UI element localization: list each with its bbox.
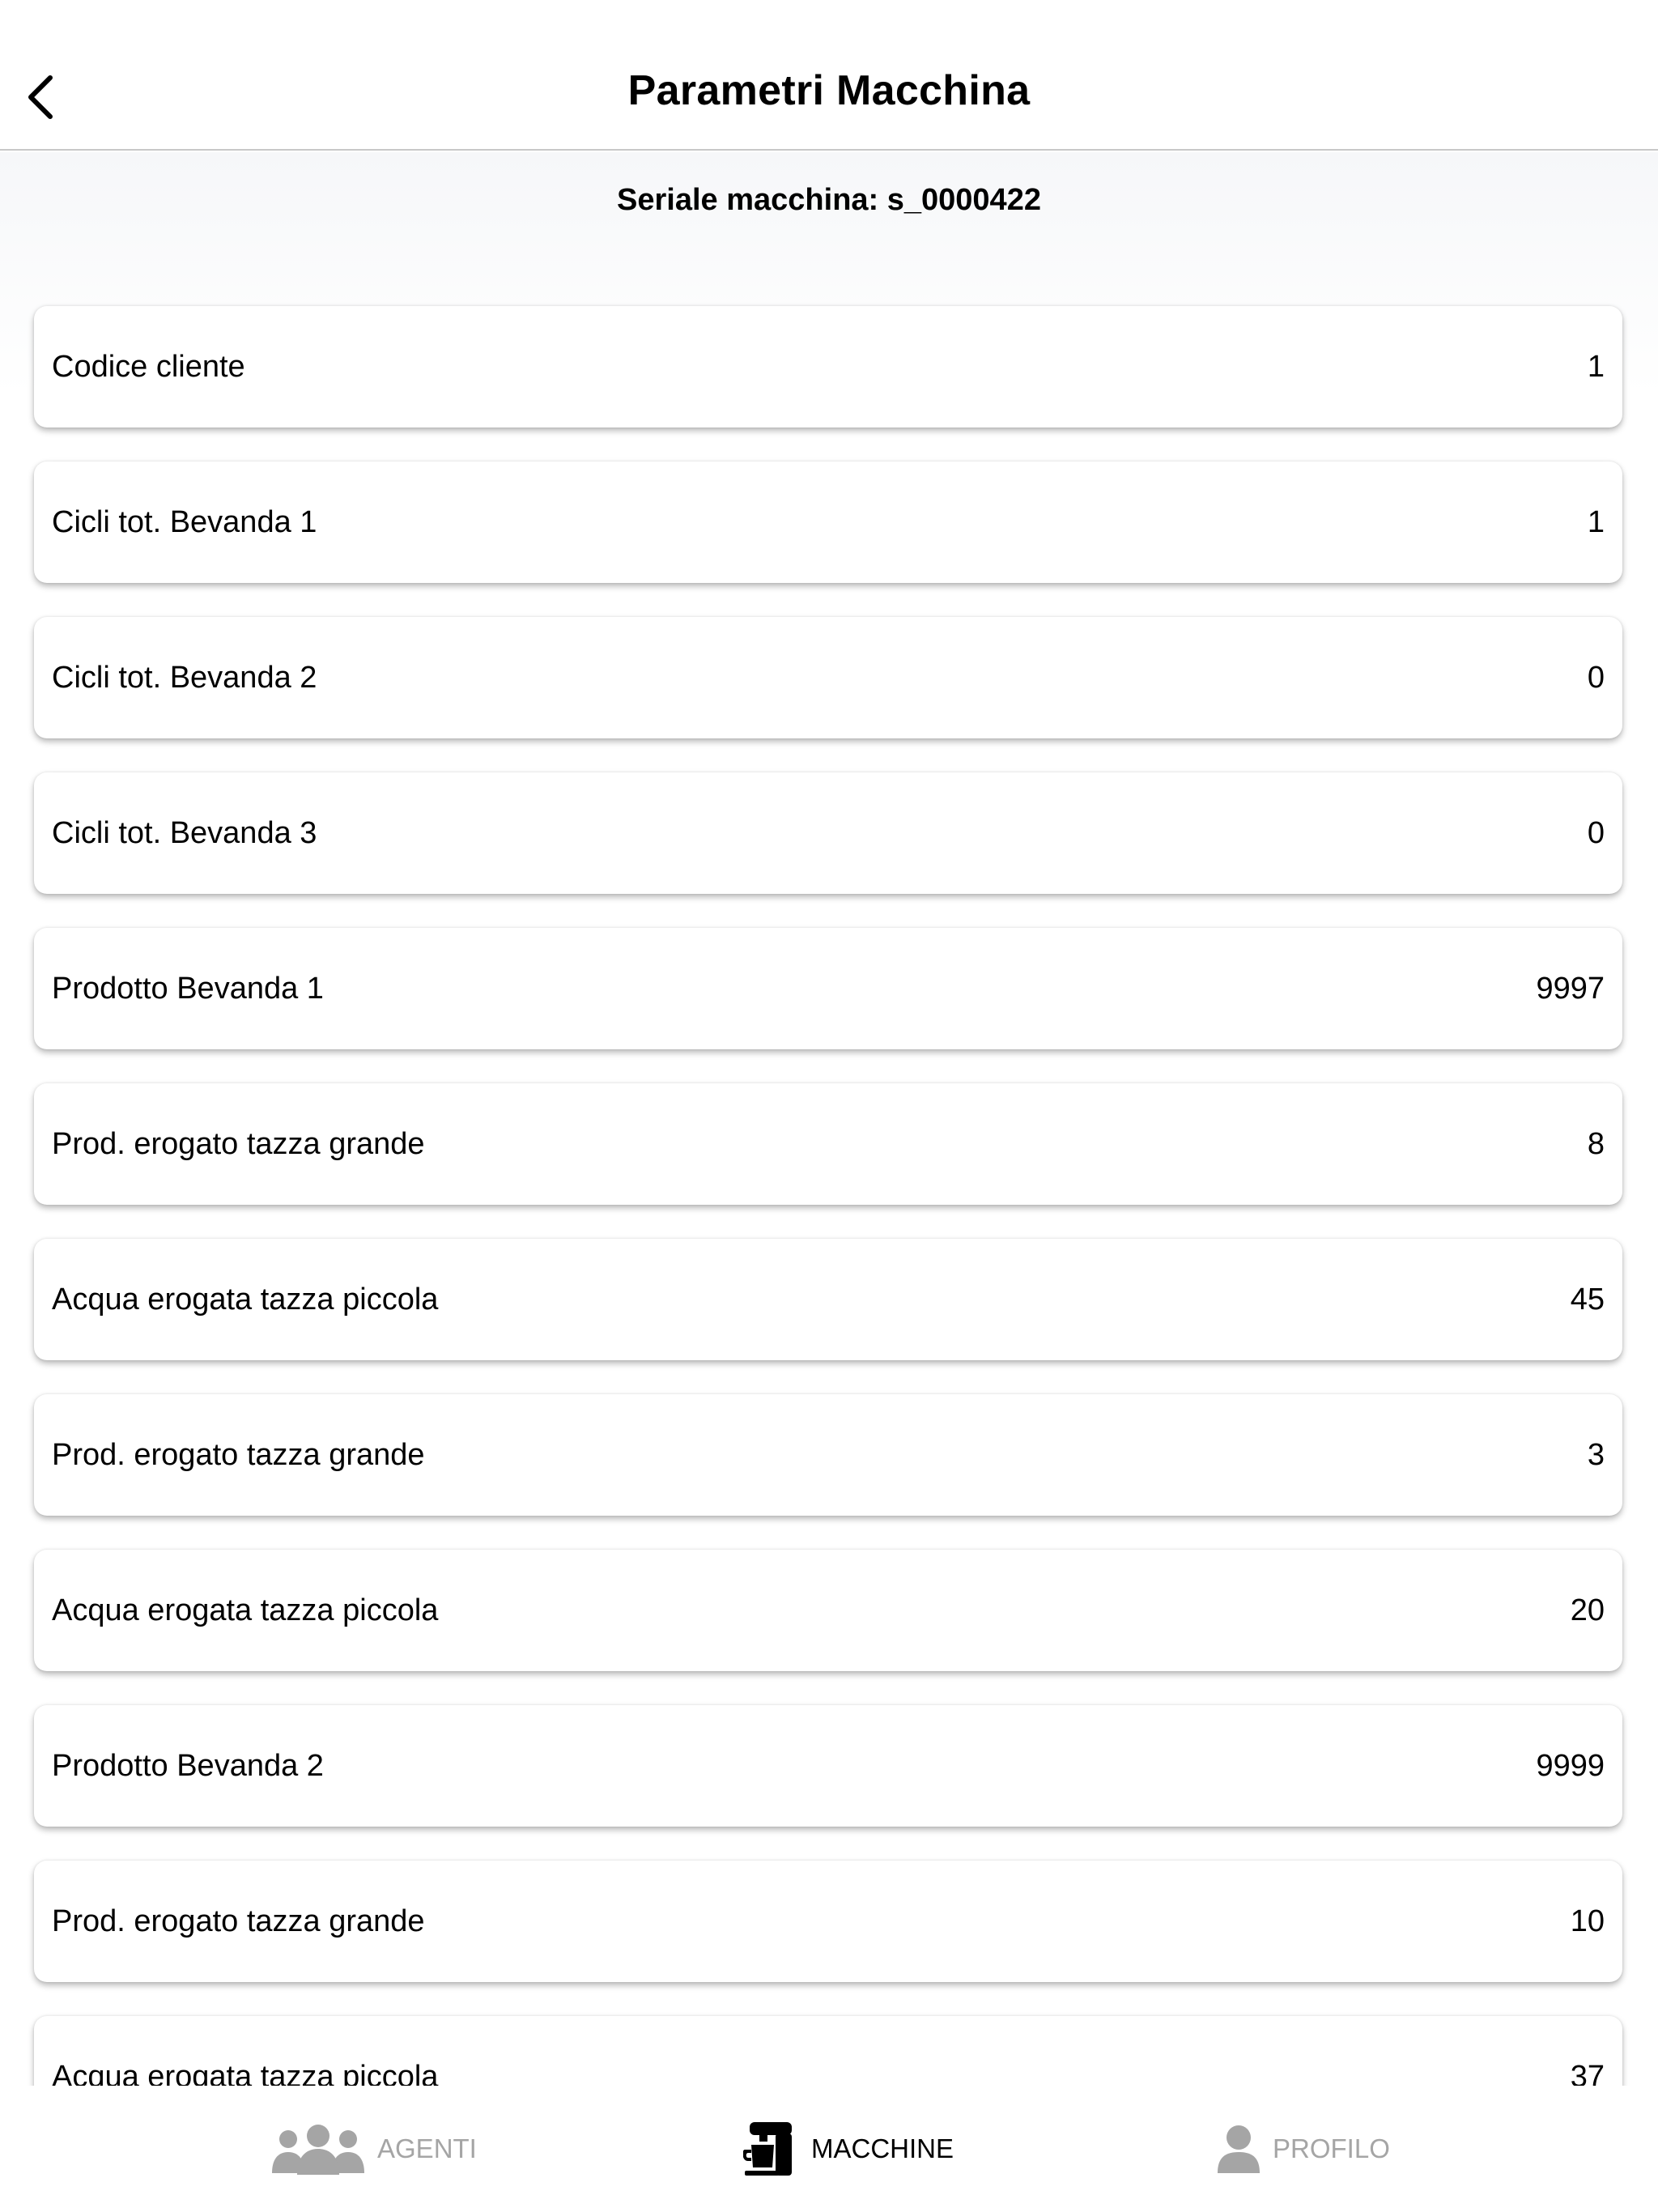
parameter-label: Cicli tot. Bevanda 2: [52, 661, 317, 695]
parameter-row[interactable]: Prodotto Bevanda 2 9999: [34, 1705, 1622, 1827]
tab-profilo[interactable]: PROFILO: [1216, 2086, 1390, 2212]
group-icon: [272, 2125, 364, 2175]
parameter-value: 9999: [1536, 1749, 1605, 1783]
parameter-label: Prodotto Bevanda 1: [52, 972, 324, 1006]
parameter-row[interactable]: Prod. erogato tazza grande 3: [34, 1394, 1622, 1516]
bottom-tab-bar: AGENTI MACCHINE PROFILO: [0, 2086, 1658, 2212]
parameter-label: Acqua erogata tazza piccola: [52, 2060, 439, 2086]
parameter-value: 10: [1570, 1904, 1605, 1938]
machine-serial: Seriale macchina: s_0000422: [617, 183, 1041, 217]
parameter-row[interactable]: Codice cliente 1: [34, 306, 1622, 428]
parameter-label: Cicli tot. Bevanda 3: [52, 816, 317, 850]
parameter-label: Acqua erogata tazza piccola: [52, 1593, 439, 1627]
parameter-row[interactable]: Cicli tot. Bevanda 1 1: [34, 462, 1622, 583]
tab-label: AGENTI: [377, 2133, 477, 2163]
parameter-row[interactable]: Prodotto Bevanda 1 9997: [34, 928, 1622, 1049]
parameter-label: Prod. erogato tazza grande: [52, 1127, 425, 1161]
parameter-value: 9997: [1536, 972, 1605, 1006]
parameter-label: Prod. erogato tazza grande: [52, 1904, 425, 1938]
parameter-row[interactable]: Prod. erogato tazza grande 8: [34, 1083, 1622, 1205]
parameter-row[interactable]: Cicli tot. Bevanda 3 0: [34, 772, 1622, 894]
parameter-row[interactable]: Cicli tot. Bevanda 2 0: [34, 617, 1622, 738]
parameter-row[interactable]: Acqua erogata tazza piccola 20: [34, 1550, 1622, 1671]
tab-agenti[interactable]: AGENTI: [270, 2086, 477, 2212]
parameter-value: 1: [1587, 505, 1605, 539]
parameter-label: Cicli tot. Bevanda 1: [52, 505, 317, 539]
parameter-value: 45: [1570, 1283, 1605, 1317]
parameters-scroll-view[interactable]: Seriale macchina: s_0000422 Codice clien…: [0, 152, 1658, 2086]
parameter-value: 37: [1570, 2060, 1605, 2086]
parameter-label: Codice cliente: [52, 350, 245, 384]
user-icon: [1218, 2125, 1260, 2173]
tab-label: MACCHINE: [811, 2133, 954, 2163]
navigation-header: Parametri Macchina: [0, 0, 1658, 151]
tab-label: PROFILO: [1273, 2133, 1390, 2163]
parameter-label: Prod. erogato tazza grande: [52, 1438, 425, 1472]
parameter-row[interactable]: Prod. erogato tazza grande 10: [34, 1861, 1622, 1982]
parameter-value: 8: [1587, 1127, 1605, 1161]
parameter-value: 1: [1587, 350, 1605, 384]
page-title: Parametri Macchina: [627, 67, 1031, 114]
coffee-machine-icon: [743, 2122, 792, 2176]
parameter-row[interactable]: Acqua erogata tazza piccola 37: [34, 2016, 1622, 2086]
parameter-value: 20: [1570, 1593, 1605, 1627]
parameter-row[interactable]: Acqua erogata tazza piccola 45: [34, 1239, 1622, 1360]
parameter-label: Acqua erogata tazza piccola: [52, 1283, 439, 1317]
parameter-value: 0: [1587, 661, 1605, 695]
tab-macchine[interactable]: MACCHINE: [743, 2086, 954, 2212]
parameter-value: 0: [1587, 816, 1605, 850]
parameter-label: Prodotto Bevanda 2: [52, 1749, 324, 1783]
parameter-value: 3: [1587, 1438, 1605, 1472]
parameter-list: Codice cliente 1 Cicli tot. Bevanda 1 1 …: [34, 306, 1622, 2086]
